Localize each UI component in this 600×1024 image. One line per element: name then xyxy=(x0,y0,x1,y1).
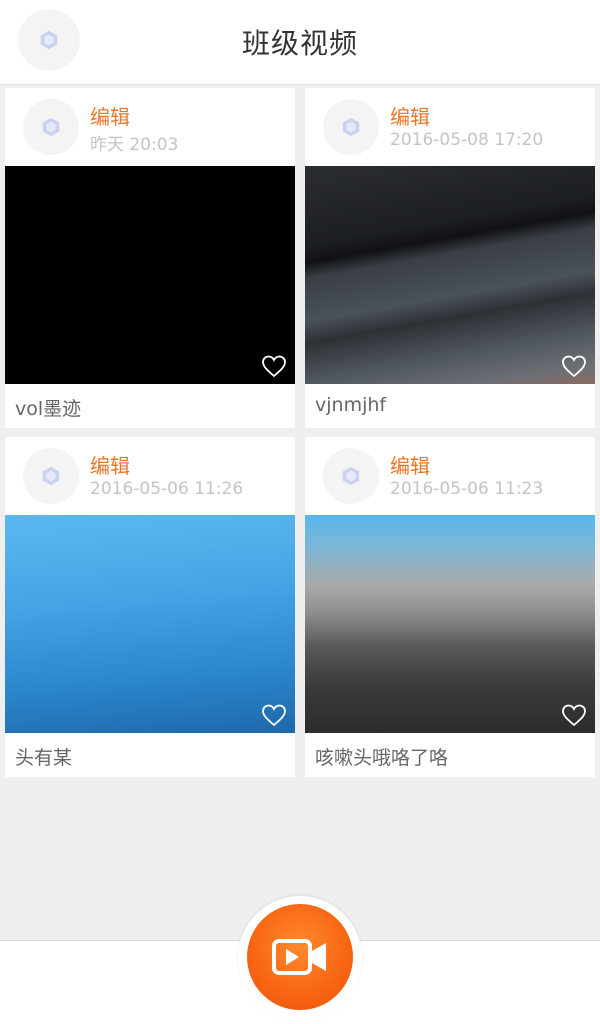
heart-outline-icon[interactable] xyxy=(561,354,587,378)
avatar[interactable] xyxy=(23,448,79,504)
hexagon-logo-icon xyxy=(342,117,360,137)
video-thumbnail[interactable] xyxy=(305,515,595,733)
video-card[interactable]: 编辑 昨天 20:03 vol墨迹 xyxy=(5,88,295,428)
video-thumbnail[interactable] xyxy=(305,166,595,384)
hexagon-logo-icon xyxy=(342,466,360,486)
card-header: 编辑 2016-05-06 11:23 xyxy=(305,437,595,515)
avatar[interactable] xyxy=(23,99,79,155)
video-caption: 咳嗽头哦咯了咯 xyxy=(315,747,449,769)
heart-outline-icon[interactable] xyxy=(561,703,587,727)
card-header: 编辑 2016-05-08 17:20 xyxy=(305,88,595,166)
edit-link[interactable]: 编辑 xyxy=(390,450,430,479)
avatar[interactable] xyxy=(323,99,379,155)
heart-outline-icon[interactable] xyxy=(261,703,287,727)
video-caption: 头有某 xyxy=(15,747,73,769)
hexagon-logo-icon xyxy=(42,117,60,137)
post-date: 2016-05-06 11:26 xyxy=(90,479,244,499)
edit-link[interactable]: 编辑 xyxy=(90,450,130,479)
post-date: 2016-05-06 11:23 xyxy=(390,479,544,499)
top-bar: 班级视频 xyxy=(0,0,600,85)
hexagon-logo-icon xyxy=(42,466,60,486)
heart-outline-icon[interactable] xyxy=(261,354,287,378)
post-date: 昨天 20:03 xyxy=(90,135,179,155)
video-caption: vjnmjhf xyxy=(315,394,387,416)
avatar[interactable] xyxy=(323,448,379,504)
card-header: 编辑 2016-05-06 11:26 xyxy=(5,437,295,515)
video-camera-icon xyxy=(272,939,326,975)
video-card[interactable]: 编辑 2016-05-08 17:20 vjnmjhf xyxy=(305,88,595,428)
record-video-button[interactable] xyxy=(247,904,353,1010)
edit-link[interactable]: 编辑 xyxy=(390,101,430,130)
page-title: 班级视频 xyxy=(241,27,358,60)
video-thumbnail[interactable] xyxy=(5,166,295,384)
video-card[interactable]: 编辑 2016-05-06 11:23 咳嗽头哦咯了咯 xyxy=(305,437,595,777)
edit-link[interactable]: 编辑 xyxy=(90,101,130,130)
video-card[interactable]: 编辑 2016-05-06 11:26 头有某 xyxy=(5,437,295,777)
video-caption: vol墨迹 xyxy=(15,398,82,420)
post-date: 2016-05-08 17:20 xyxy=(390,130,544,150)
card-header: 编辑 昨天 20:03 xyxy=(5,88,295,166)
video-thumbnail[interactable] xyxy=(5,515,295,733)
